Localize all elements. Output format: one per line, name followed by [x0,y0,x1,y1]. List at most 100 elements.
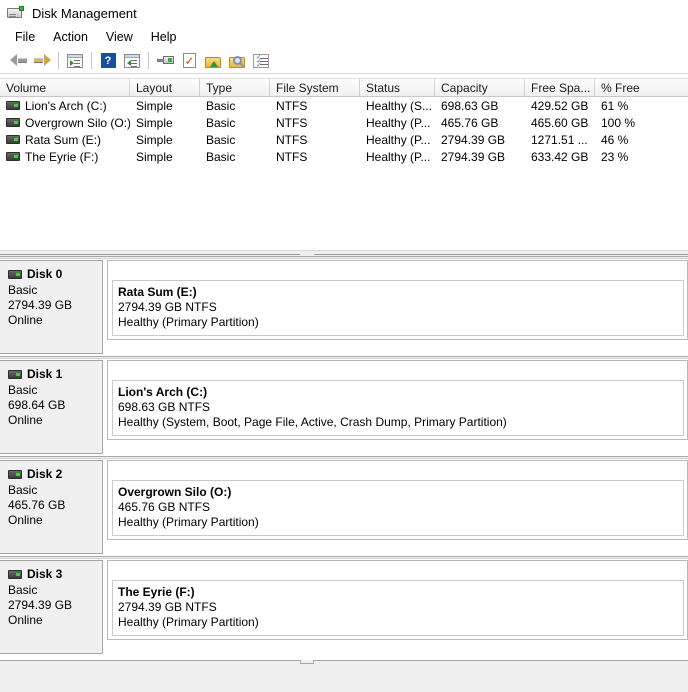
partition-details-3: The Eyrie (F:) 2794.39 GB NTFS Healthy (… [112,580,684,636]
table-row[interactable]: Overgrown Silo (O:) Simple Basic NTFS He… [0,114,688,131]
cell-capacity: 698.63 GB [441,98,499,113]
partition-box-1[interactable]: Lion's Arch (C:) 698.63 GB NTFS Healthy … [107,360,688,440]
cell-free-space: 633.42 GB [531,149,589,164]
column-header-file-system[interactable]: File System [270,79,360,96]
cell-volume-label: Overgrown Silo (O:) [25,115,130,130]
splitter-line [0,254,688,255]
partition-name-label: Rata Sum (E:) [118,285,197,299]
disk-row-3[interactable]: Disk 3 Basic 2794.39 GB Online The Eyrie… [0,556,688,656]
disk-type-label: Basic [8,583,38,597]
cell-volume-label: The Eyrie (F:) [25,149,99,164]
disk-row-separator [0,256,688,259]
column-header-percent-free[interactable]: % Free [595,79,688,96]
properties-button[interactable]: ✓ [177,50,201,72]
details-list-icon: ✓ ✓ ✓ [253,53,269,69]
cell-file-system: NTFS [276,115,308,130]
cell-free-space: 465.60 GB [531,115,589,130]
cell-layout: Simple [136,115,173,130]
column-header-volume[interactable]: Volume [0,79,130,96]
toolbar: ? ✓ ✓ ✓ ✓ [0,48,688,74]
cell-volume: Rata Sum (E:) [0,133,130,147]
cell-free-space: 429.52 GB [531,98,589,113]
cell-capacity: 2794.39 GB [441,132,506,147]
back-button[interactable] [6,50,30,72]
column-header-type[interactable]: Type [200,79,270,96]
disk-info-1[interactable]: Disk 1 Basic 698.64 GB Online [0,360,103,454]
column-header-layout[interactable]: Layout [130,79,200,96]
table-row[interactable]: Rata Sum (E:) Simple Basic NTFS Healthy … [0,131,688,148]
cell-type: Basic [206,115,236,130]
disk-size-label: 2794.39 GB [8,598,73,612]
action-pane-icon [124,53,140,68]
partition-box-2[interactable]: Overgrown Silo (O:) 465.76 GB NTFS Healt… [107,460,688,540]
disk-row-0[interactable]: Disk 0 Basic 2794.39 GB Online Rata Sum … [0,256,688,356]
disk-icon [8,469,22,479]
disk-type-label: Basic [8,483,38,497]
partition-name-label: Lion's Arch (C:) [118,385,208,399]
disk-state-label: Online [8,613,43,627]
rescan-disks-button[interactable] [225,50,249,72]
show-details-button[interactable]: ✓ ✓ ✓ [249,50,273,72]
folder-search-icon [229,54,245,68]
partition-area-1: Lion's Arch (C:) 698.63 GB NTFS Healthy … [107,360,688,454]
folder-up-icon [205,54,221,68]
disk-row-1[interactable]: Disk 1 Basic 698.64 GB Online Lion's Arc… [0,356,688,456]
splitter-grip[interactable] [300,251,314,255]
disk-title-1: Disk 1 [8,367,102,381]
disk-name-label: Disk 1 [27,367,63,381]
volume-list-pane: Volume Layout Type File System Status Ca… [0,78,688,250]
cell-volume-label: Lion's Arch (C:) [25,98,107,113]
partition-area-0: Rata Sum (E:) 2794.39 GB NTFS Healthy (P… [107,260,688,354]
show-hide-console-tree-button[interactable] [63,50,87,72]
volume-icon [6,152,20,161]
disk-info-3[interactable]: Disk 3 Basic 2794.39 GB Online [0,560,103,654]
cell-volume: Lion's Arch (C:) [0,99,130,113]
help-button[interactable]: ? [96,50,120,72]
disk-type-label: Basic [8,383,38,397]
cell-capacity: 465.76 GB [441,115,499,130]
table-row[interactable]: Lion's Arch (C:) Simple Basic NTFS Healt… [0,97,688,114]
partition-size-label: 2794.39 GB NTFS [118,300,217,314]
cell-type: Basic [206,132,236,147]
arrow-left-icon [9,54,27,67]
disk-row-separator [0,356,688,359]
cell-percent-free: 61 % [601,98,629,113]
menu-item-help[interactable]: Help [142,28,186,46]
cell-type: Basic [206,98,236,113]
disk-info-2[interactable]: Disk 2 Basic 465.76 GB Online [0,460,103,554]
cell-percent-free: 100 % [601,115,636,130]
disk-info-0[interactable]: Disk 0 Basic 2794.39 GB Online [0,260,103,354]
disk-row-separator [0,456,688,459]
partition-name-label: Overgrown Silo (O:) [118,485,232,499]
console-tree-icon [67,53,83,68]
partition-status-label: Healthy (Primary Partition) [118,315,259,329]
volume-icon [6,101,20,110]
show-hide-action-pane-button[interactable] [120,50,144,72]
volume-icon [6,135,20,144]
disk-name-label: Disk 0 [27,267,63,281]
table-row[interactable]: The Eyrie (F:) Simple Basic NTFS Healthy… [0,148,688,165]
column-header-capacity[interactable]: Capacity [435,79,525,96]
partition-box-0[interactable]: Rata Sum (E:) 2794.39 GB NTFS Healthy (P… [107,260,688,340]
column-header-status[interactable]: Status [360,79,435,96]
cell-layout: Simple [136,149,173,164]
partition-status-label: Healthy (Primary Partition) [118,515,259,529]
partition-status-label: Healthy (System, Boot, Page File, Active… [118,415,507,429]
upgrade-disk-button[interactable] [201,50,225,72]
bottom-grip[interactable] [300,660,314,664]
cell-free-space: 1271.51 ... [531,132,588,147]
cell-status: Healthy (S... [366,98,433,113]
window-title: Disk Management [32,5,137,21]
column-header-free-space[interactable]: Free Spa... [525,79,595,96]
partition-name-label: The Eyrie (F:) [118,585,195,599]
disk-row-2[interactable]: Disk 2 Basic 465.76 GB Online Overgrown … [0,456,688,556]
disk-size-label: 465.76 GB [8,498,66,512]
disk-management-window: Disk Management File Action View Help ? [0,0,688,692]
partition-box-3[interactable]: The Eyrie (F:) 2794.39 GB NTFS Healthy (… [107,560,688,640]
menu-item-view[interactable]: View [97,28,142,46]
forward-button[interactable] [30,50,54,72]
menu-item-file[interactable]: File [6,28,44,46]
menu-item-action[interactable]: Action [44,28,97,46]
toolbar-separator [91,52,92,69]
connect-to-another-computer-button[interactable] [153,50,177,72]
